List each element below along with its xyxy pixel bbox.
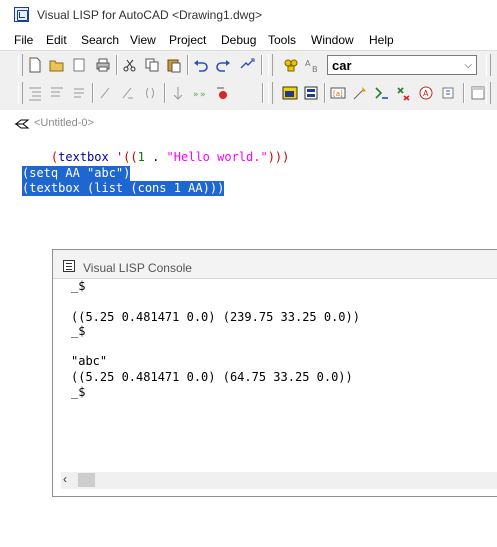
search-combo[interactable]: car ⌵ <box>327 55 477 75</box>
find-icon[interactable] <box>281 55 301 75</box>
breakpoint-icon[interactable] <box>212 83 232 103</box>
menu-window[interactable]: Window <box>311 33 354 47</box>
svg-text:»: » <box>193 90 199 100</box>
cut-icon[interactable] <box>120 55 140 75</box>
editor-tab[interactable]: <Untitled-0> <box>0 112 497 134</box>
toolbar-grip-view[interactable] <box>18 82 23 104</box>
window-icon[interactable] <box>468 83 488 103</box>
scroll-thumb[interactable] <box>78 473 95 487</box>
uncomment-icon[interactable] <box>118 83 138 103</box>
open-file-icon[interactable] <box>47 55 67 75</box>
toggle-icon[interactable]: »» <box>190 83 210 103</box>
horizontal-scrollbar[interactable]: ‹ <box>61 472 497 489</box>
toolbar-grip-end[interactable] <box>486 82 491 104</box>
menu-help[interactable]: Help <box>369 33 394 47</box>
console-line: _$ <box>71 324 86 338</box>
svg-text:A: A <box>423 89 429 98</box>
console-title: Visual LISP Console <box>83 261 192 275</box>
console-icon <box>63 260 75 272</box>
svg-text:»: » <box>200 90 206 100</box>
complete-word-icon[interactable] <box>237 55 257 75</box>
menu-edit[interactable]: Edit <box>46 33 67 47</box>
activate-autocad-icon[interactable] <box>280 83 300 103</box>
replace-icon[interactable]: AB <box>302 55 322 75</box>
toolbar-row-tools: »» [a] A <box>0 79 497 107</box>
console-line: _$ <box>71 279 86 293</box>
chevron-down-icon[interactable]: ⌵ <box>464 60 472 71</box>
svg-text:[a]: [a] <box>333 90 343 98</box>
menu-debug[interactable]: Debug <box>221 33 256 47</box>
comment-icon[interactable] <box>96 83 116 103</box>
help-icon[interactable] <box>438 83 458 103</box>
menu-project[interactable]: Project <box>169 33 206 47</box>
toolbar-grip-right[interactable] <box>486 54 491 76</box>
code-line-4-selected: (textbox (list (cons 1 AA))) <box>22 181 225 196</box>
app-icon <box>14 7 29 22</box>
console-line: ((5.25 0.481471 0.0) (64.75 33.25 0.0)) <box>71 370 353 384</box>
console-window[interactable]: Visual LISP Console _$ ((5.25 0.481471 0… <box>52 249 497 497</box>
paste-icon[interactable] <box>164 55 184 75</box>
indent-icon[interactable] <box>25 83 45 103</box>
menu-tools[interactable]: Tools <box>268 33 296 47</box>
svg-text:A: A <box>305 59 311 68</box>
console-line: ((5.25 0.481471 0.0) (239.75 33.25 0.0)) <box>71 310 360 324</box>
trace-icon[interactable] <box>372 83 392 103</box>
console-titlebar[interactable]: Visual LISP Console <box>53 250 497 279</box>
console-line: "abc" <box>71 354 108 368</box>
load-text-icon[interactable] <box>301 83 321 103</box>
svg-text:B: B <box>312 65 318 73</box>
menu-search[interactable]: Search <box>81 33 119 47</box>
inspect-icon[interactable] <box>350 83 370 103</box>
copy-icon[interactable] <box>142 55 162 75</box>
toolbar-grip-debug[interactable] <box>268 82 273 104</box>
undo-icon[interactable] <box>191 55 211 75</box>
symbol-service-icon[interactable] <box>393 83 413 103</box>
watch-icon[interactable]: [a] <box>328 83 348 103</box>
format-icon[interactable] <box>69 83 89 103</box>
blank-icon[interactable] <box>69 55 89 75</box>
step-icon[interactable] <box>168 83 188 103</box>
editor-tab-label: <Untitled-0> <box>34 117 94 129</box>
toolbar-grip[interactable] <box>18 54 23 76</box>
window-title: Visual LISP for AutoCAD <Drawing1.dwg> <box>37 8 263 22</box>
title-bar: Visual LISP for AutoCAD <Drawing1.dwg> <box>0 0 497 30</box>
document-icon <box>14 119 30 129</box>
code-line-1: (textbox '((1 . "Hello world."))) <box>50 150 290 164</box>
apropos-icon[interactable]: A <box>416 83 436 103</box>
menu-bar: File Edit Search View Project Debug Tool… <box>0 30 497 51</box>
menu-view[interactable]: View <box>130 33 156 47</box>
new-file-icon[interactable] <box>25 55 45 75</box>
code-line-3-selected: (setq AA "abc") <box>22 166 131 181</box>
parens-match-icon[interactable] <box>140 83 160 103</box>
redo-icon[interactable] <box>213 55 233 75</box>
unindent-icon[interactable] <box>47 83 67 103</box>
search-combo-value: car <box>332 58 352 73</box>
scroll-left-icon[interactable]: ‹ <box>63 472 67 486</box>
console-output[interactable]: _$ ((5.25 0.481471 0.0) (239.75 33.25 0.… <box>53 279 497 475</box>
menu-file[interactable]: File <box>14 33 33 47</box>
print-icon[interactable] <box>93 55 113 75</box>
toolbar-grip-search[interactable] <box>268 54 273 76</box>
console-line: _$ <box>71 385 86 399</box>
toolbar-area: AB car ⌵ »» [a] A <box>0 51 497 110</box>
